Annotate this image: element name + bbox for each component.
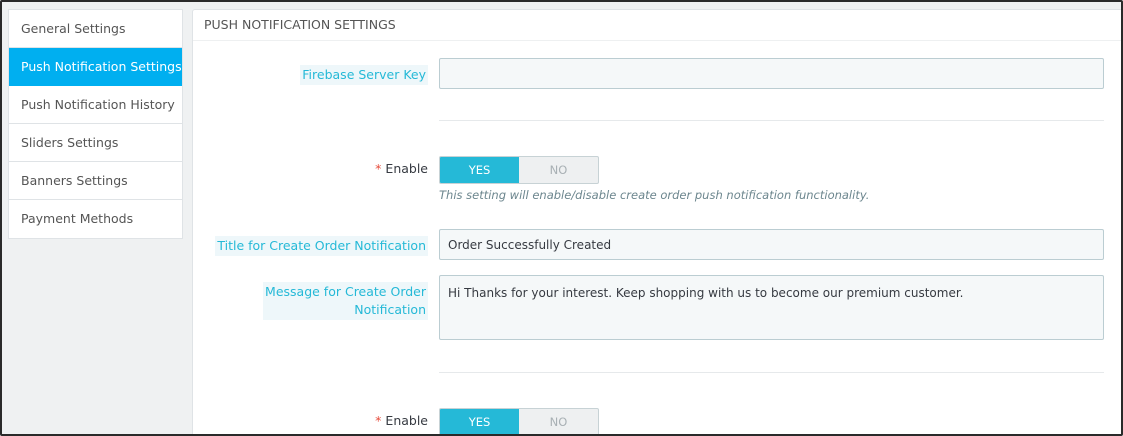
enable-switch-2[interactable]: YES NO (439, 408, 599, 434)
sidebar-item-push-notification-history[interactable]: Push Notification History (9, 86, 182, 124)
enable-2-no-option[interactable]: NO (519, 409, 598, 434)
message-create-order-label: Message for Create Order Notification (263, 282, 428, 320)
title-create-order-label: Title for Create Order Notification (215, 236, 428, 256)
enable-label-2: * Enable (375, 413, 428, 428)
title-create-order-input[interactable] (439, 229, 1104, 260)
sidebar-item-general-settings[interactable]: General Settings (9, 10, 182, 48)
firebase-server-key-input[interactable] (439, 58, 1104, 89)
sidebar-item-banners-settings[interactable]: Banners Settings (9, 162, 182, 200)
settings-sidebar: General Settings Push Notification Setti… (8, 9, 183, 239)
sidebar-item-sliders-settings[interactable]: Sliders Settings (9, 124, 182, 162)
enable-help-text: This setting will enable/disable create … (439, 188, 870, 202)
section-divider-2 (439, 372, 1104, 373)
sidebar-item-payment-methods[interactable]: Payment Methods (9, 200, 182, 238)
message-label-line1: Message for Create Order (265, 284, 426, 299)
message-label-line2: Notification (354, 302, 426, 317)
push-notification-panel: PUSH NOTIFICATION SETTINGS Firebase Serv… (192, 9, 1121, 434)
required-mark: * (375, 161, 382, 176)
message-create-order-textarea[interactable]: Hi Thanks for your interest. Keep shoppi… (439, 275, 1104, 340)
sidebar-item-push-notification-settings[interactable]: Push Notification Settings (9, 48, 182, 86)
firebase-server-key-label: Firebase Server Key (300, 65, 428, 85)
enable-label-text: Enable (385, 161, 428, 176)
panel-heading: PUSH NOTIFICATION SETTINGS (193, 10, 1121, 41)
enable-2-yes-option[interactable]: YES (440, 409, 519, 434)
required-mark-2: * (375, 413, 382, 428)
enable-switch[interactable]: YES NO (439, 156, 599, 184)
enable-label-2-text: Enable (385, 413, 428, 428)
enable-no-option[interactable]: NO (519, 157, 598, 183)
enable-label: * Enable (375, 161, 428, 176)
enable-yes-option[interactable]: YES (440, 157, 519, 183)
app-frame: General Settings Push Notification Setti… (0, 0, 1123, 436)
section-divider (439, 120, 1104, 121)
